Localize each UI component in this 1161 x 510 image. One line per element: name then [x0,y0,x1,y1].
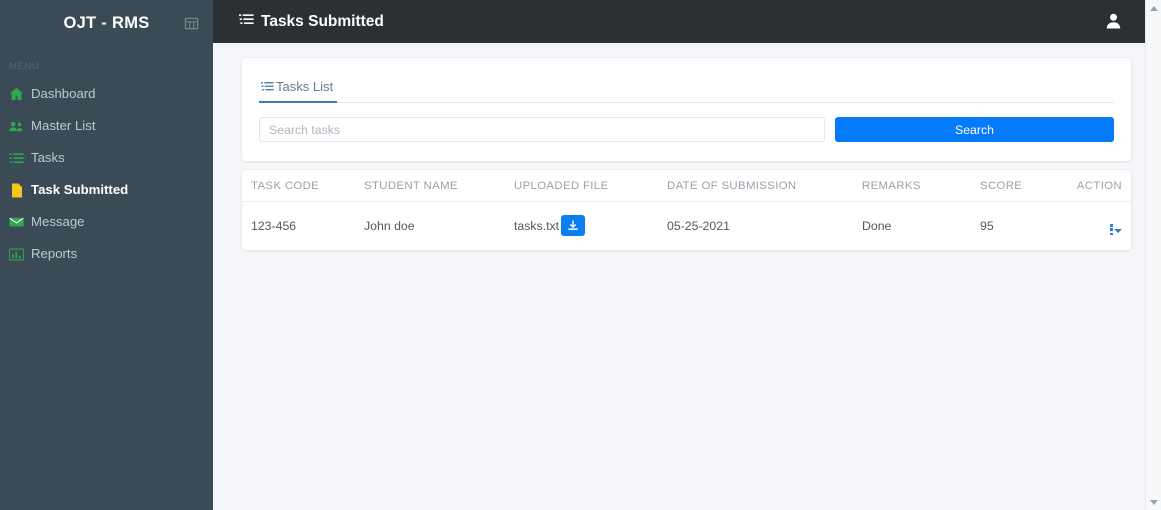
sidebar-item-label: Master List [31,118,96,133]
table-header: TASK CODE STUDENT NAME UPLOADED FILE DAT… [242,170,1131,202]
brand-header: OJT - RMS [0,0,213,47]
sidebar-item-label: Reports [31,246,78,261]
file-icon [9,183,24,198]
list-icon [261,80,274,93]
tasks-table: TASK CODE STUDENT NAME UPLOADED FILE DAT… [242,170,1131,250]
sidebar-item-master-list[interactable]: Master List [0,110,213,142]
home-icon [9,87,24,102]
column-header-action: ACTION [1060,170,1131,202]
main-area: Tasks Submitted Tasks List Search tasks … [213,0,1161,510]
search-button[interactable]: Search [835,117,1114,142]
page-title: Tasks Submitted [239,13,384,31]
tab-tasks-list[interactable]: Tasks List [259,76,338,103]
sidebar-nav: Dashboard Master List Tasks Task Submitt… [0,78,213,270]
tasks-search-card: Tasks List Search [242,58,1131,161]
file-name: tasks.txt [514,218,560,233]
scroll-down-arrow-icon[interactable] [1146,494,1161,510]
cell-student-name: John doe [364,218,415,233]
cell-date-of-submission: 05-25-2021 [667,218,730,233]
table-header-row: TASK CODE STUDENT NAME UPLOADED FILE DAT… [242,170,1131,202]
chevron-down-icon [1114,228,1122,233]
column-header-task-code: TASK CODE [242,170,364,202]
download-icon[interactable] [561,215,586,236]
tasks-table-card: TASK CODE STUDENT NAME UPLOADED FILE DAT… [242,170,1131,250]
bar-chart-icon [9,247,24,262]
table-row: 123-456 John doe tasks.txt 05-25-2021 Do… [242,202,1131,251]
brand-title: OJT - RMS [63,14,150,32]
file-cell: tasks.txt [514,215,667,236]
sidebar-item-message[interactable]: Message [0,206,213,238]
app-root: OJT - RMS MENU Dashboard Master List Tas… [0,0,1161,510]
page-scrollbar[interactable] [1145,0,1161,510]
column-header-date: DATE OF SUBMISSION [667,170,862,202]
kebab-dots [1110,224,1113,236]
column-header-score: SCORE [980,170,1060,202]
cell-action [1060,202,1131,251]
list-icon [9,151,24,166]
sidebar-item-task-submitted[interactable]: Task Submitted [0,174,213,206]
page-title-text: Tasks Submitted [261,12,384,30]
tab-label: Tasks List [276,79,334,94]
kebab-menu-icon[interactable] [1110,224,1122,236]
tasks-list-icon [239,13,254,31]
user-icon[interactable] [1103,11,1123,31]
sidebar-item-dashboard[interactable]: Dashboard [0,78,213,110]
tab-bar: Tasks List [259,76,1114,103]
sidebar-item-label: Tasks [31,150,65,165]
column-header-remarks: REMARKS [862,170,980,202]
grid-toggle-icon[interactable] [182,14,201,33]
sidebar-item-label: Task Submitted [31,182,129,197]
cell-remarks: Done [862,218,892,233]
scroll-up-arrow-icon[interactable] [1146,0,1161,16]
search-input[interactable] [259,117,825,142]
column-header-student-name: STUDENT NAME [364,170,514,202]
menu-section-label: MENU [9,61,40,72]
sidebar-item-tasks[interactable]: Tasks [0,142,213,174]
sidebar: OJT - RMS MENU Dashboard Master List Tas… [0,0,213,510]
cell-task-code: 123-456 [251,218,297,233]
search-row: Search [259,117,1114,142]
cell-uploaded-file: tasks.txt [514,202,667,251]
sidebar-item-reports[interactable]: Reports [0,238,213,270]
sidebar-item-label: Dashboard [31,86,96,101]
content-region: Tasks List Search TASK CODE STUDENT NAME… [213,43,1161,250]
sidebar-item-label: Message [31,214,85,229]
cell-score: 95 [980,218,994,233]
column-header-uploaded-file: UPLOADED FILE [514,170,667,202]
envelope-icon [9,215,24,230]
users-icon [9,119,24,134]
table-body: 123-456 John doe tasks.txt 05-25-2021 Do… [242,202,1131,251]
topbar: Tasks Submitted [213,0,1161,43]
